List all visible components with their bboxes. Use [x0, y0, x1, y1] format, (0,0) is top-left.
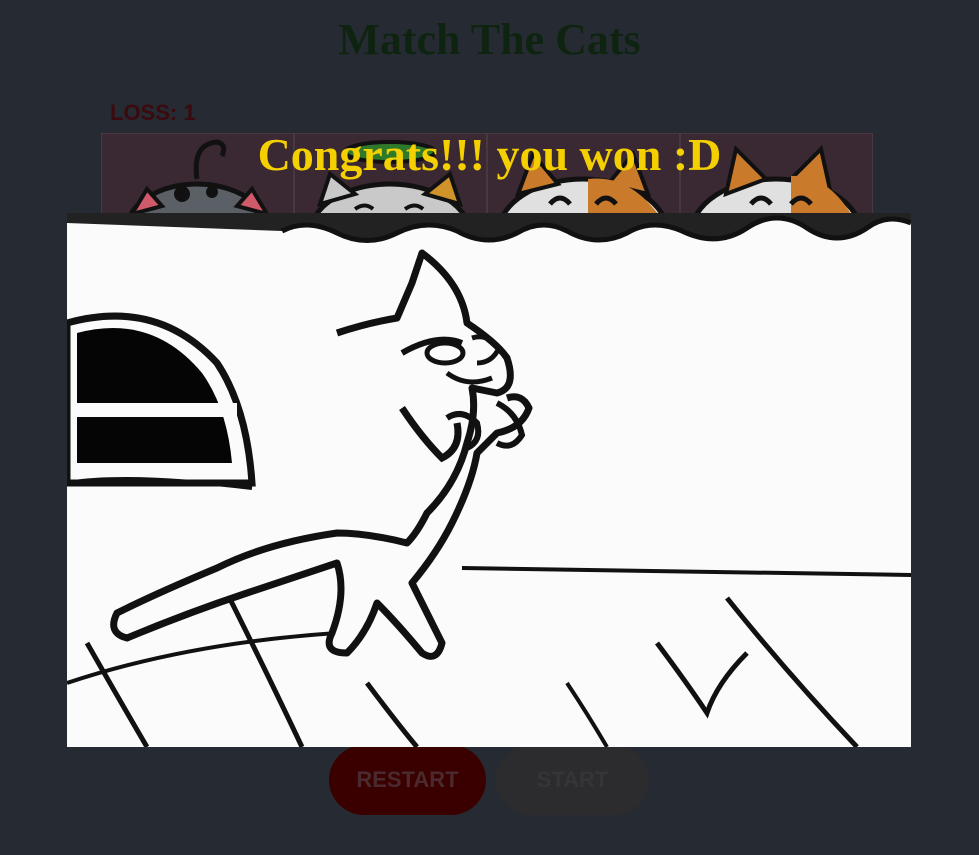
dancing-cat-icon [67, 213, 911, 747]
restart-button[interactable]: RESTART [329, 745, 486, 815]
loss-counter: LOSS: 1 [110, 100, 196, 125]
win-message: Congrats!!! you won :D [257, 129, 722, 180]
page-title: Match The Cats [338, 15, 641, 64]
start-button[interactable]: START [496, 745, 649, 815]
win-cat-illustration [67, 213, 911, 747]
game-page: Match The Cats LOSS: 1 Congrats!!! you w… [0, 0, 979, 855]
